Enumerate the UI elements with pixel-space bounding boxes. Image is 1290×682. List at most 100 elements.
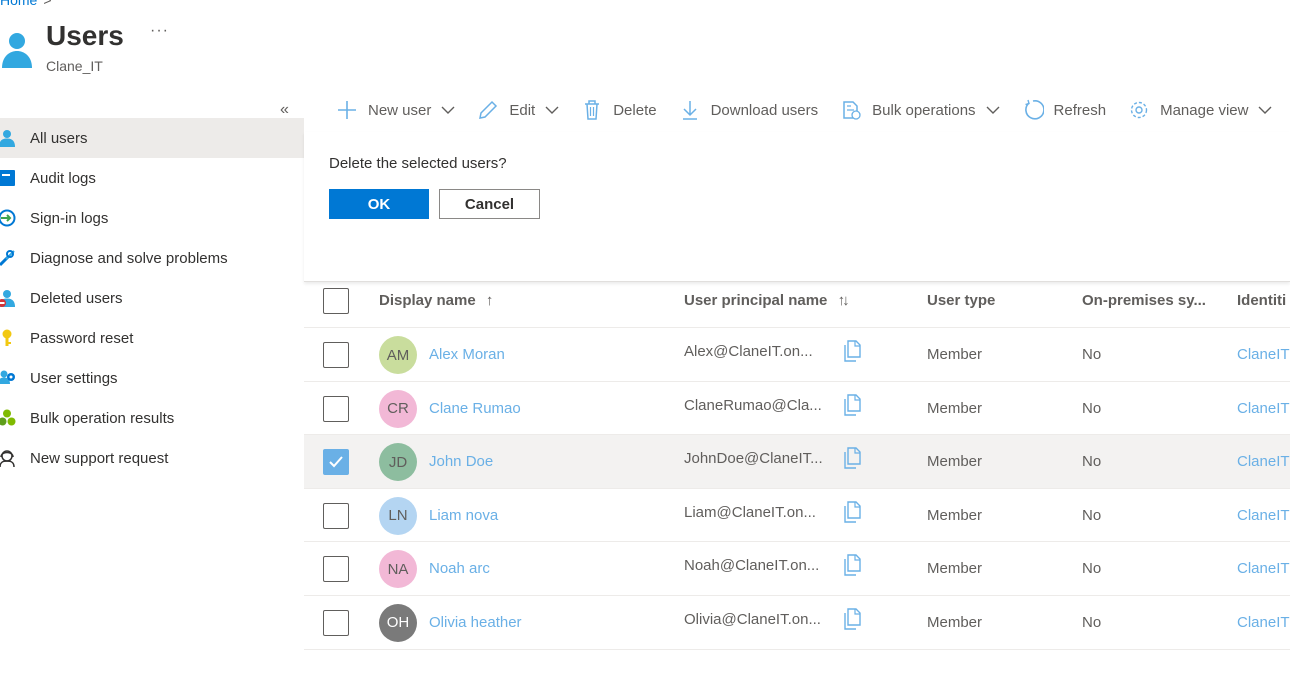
sidebar-item-all-users[interactable]: All users [0, 118, 304, 158]
download-icon [682, 101, 697, 120]
table-row[interactable]: OH Olivia heather Olivia@ClaneIT.on... Memb… [304, 596, 1290, 650]
column-label: Display name [379, 292, 476, 309]
sidebar-item-sign-in-logs[interactable]: Sign-in logs [0, 198, 304, 238]
audit-log-icon [0, 170, 15, 186]
table-row[interactable]: NA Noah arc Noah@ClaneIT.on... Member No Clan… [304, 542, 1290, 596]
collapse-sidebar-button[interactable]: « [280, 101, 289, 119]
user-icon [0, 130, 15, 147]
copy-icon[interactable] [842, 554, 862, 577]
more-options-button[interactable]: ··· [150, 22, 169, 40]
table-row[interactable]: LN Liam nova Liam@ClaneIT.on... Member No Cla… [304, 489, 1290, 543]
key-icon [2, 329, 12, 346]
user-principal-name: Liam@ClaneIT.on... [684, 503, 816, 521]
table-row[interactable]: CR Clane Rumao ClaneRumao@Cla... Member No Cl… [304, 382, 1290, 436]
row-checkbox[interactable] [323, 556, 349, 583]
delete-button[interactable]: Delete [581, 96, 657, 124]
refresh-label: Refresh [1053, 101, 1107, 119]
copy-icon[interactable] [842, 340, 862, 362]
column-header-on-premises-sync[interactable]: On-premises sy... [1082, 292, 1206, 309]
sidebar-item-label: All users [30, 129, 88, 147]
refresh-icon [1024, 99, 1044, 120]
row-checkbox[interactable] [323, 449, 349, 476]
copy-icon[interactable] [842, 447, 862, 469]
user-type: Member [927, 560, 983, 578]
avatar-initials: AM [386, 346, 410, 364]
user-type: Member [927, 453, 983, 471]
avatar: LN [379, 496, 417, 535]
new-user-label: New user [368, 101, 432, 119]
sidebar-item-deleted-users[interactable]: Deleted users [0, 278, 304, 318]
column-header-upn[interactable]: User principal name ↑↓ [684, 292, 850, 309]
gear-icon [1130, 101, 1148, 119]
display-name-link[interactable]: Noah arc [429, 560, 490, 577]
ok-button[interactable]: OK [329, 189, 429, 219]
users-table: Display name ↑ User principal name ↑↓ Us… [304, 276, 1290, 650]
sidebar-item-diagnose[interactable]: Diagnose and solve problems [0, 238, 304, 278]
delete-label: Delete [613, 101, 657, 119]
sidebar-item-label: Audit logs [30, 169, 96, 187]
column-header-identities[interactable]: Identiti [1237, 292, 1286, 309]
user-type: Member [927, 506, 983, 524]
identity-link[interactable]: ClaneIT [1237, 614, 1290, 631]
breadcrumb: Home > [0, 0, 52, 8]
display-name-link[interactable]: Clane Rumao [429, 400, 521, 417]
bulk-operations-label: Bulk operations [872, 101, 976, 119]
download-users-button[interactable]: Download users [679, 96, 818, 124]
user-principal-name: Alex@ClaneIT.on... [684, 343, 813, 360]
breadcrumb-home-link[interactable]: Home [0, 0, 37, 8]
identity-link[interactable]: ClaneIT [1237, 507, 1290, 524]
copy-icon[interactable] [842, 608, 862, 630]
row-checkbox[interactable] [323, 609, 349, 636]
command-bar: New user Edit Delete Download users Bulk… [336, 96, 1290, 124]
edit-button[interactable]: Edit [477, 96, 559, 124]
cancel-button[interactable]: Cancel [439, 189, 540, 219]
new-user-button[interactable]: New user [336, 96, 455, 124]
table-body: AM Alex Moran Alex@ClaneIT.on... Member No Cl… [304, 328, 1290, 650]
page-subtitle: Clane_IT [46, 58, 103, 74]
sidebar-item-label: User settings [30, 369, 118, 387]
pencil-icon [479, 100, 498, 119]
sidebar-item-label: New support request [30, 449, 169, 467]
bulk-operations-icon [843, 101, 861, 120]
identity-link[interactable]: ClaneIT [1237, 453, 1290, 470]
wrench-icon [0, 250, 15, 267]
manage-view-button[interactable]: Manage view [1128, 96, 1272, 124]
display-name-link[interactable]: Olivia heather [429, 614, 522, 631]
edit-label: Edit [509, 101, 536, 119]
sidebar-item-new-support-request[interactable]: New support request [0, 438, 304, 478]
identity-link[interactable]: ClaneIT [1237, 400, 1290, 417]
sidebar-item-audit-logs[interactable]: Audit logs [0, 158, 304, 198]
copy-icon[interactable] [842, 393, 862, 416]
table-row[interactable]: AM Alex Moran Alex@ClaneIT.on... Member No Cl… [304, 328, 1290, 382]
user-icon [2, 33, 32, 68]
column-header-user-type[interactable]: User type [927, 292, 995, 309]
column-header-display-name[interactable]: Display name ↑ [379, 292, 493, 309]
avatar-initials: LN [388, 507, 408, 525]
page-title: Users [46, 20, 124, 51]
user-principal-name: Olivia@ClaneIT.on... [684, 610, 821, 628]
user-principal-name: JohnDoe@ClaneIT... [684, 450, 823, 468]
refresh-button[interactable]: Refresh [1022, 96, 1107, 124]
sidebar-item-password-reset[interactable]: Password reset [0, 318, 304, 358]
dialog-message: Delete the selected users? [329, 155, 507, 172]
display-name-link[interactable]: Liam nova [429, 507, 498, 524]
copy-icon[interactable] [842, 501, 862, 523]
display-name-link[interactable]: Alex Moran [429, 346, 505, 363]
sidebar-item-user-settings[interactable]: User settings [0, 358, 304, 398]
deleted-user-icon [0, 290, 15, 307]
bulk-operations-button[interactable]: Bulk operations [840, 96, 1000, 124]
table-row[interactable]: JD John Doe JohnDoe@ClaneIT... Member No Clan… [304, 435, 1290, 489]
identity-link[interactable]: ClaneIT [1237, 346, 1290, 363]
user-principal-name: ClaneRumao@Cla... [684, 396, 822, 414]
identity-link[interactable]: ClaneIT [1237, 560, 1290, 577]
display-name-link[interactable]: John Doe [429, 453, 493, 470]
sidebar-item-label: Bulk operation results [30, 409, 175, 427]
sidebar-item-bulk-operation-results[interactable]: Bulk operation results [0, 398, 304, 438]
row-checkbox[interactable] [323, 342, 349, 368]
select-all-checkbox[interactable] [323, 288, 349, 314]
column-label: User principal name [684, 292, 828, 309]
delete-confirmation-dialog: Delete the selected users? OK Cancel [304, 132, 1290, 282]
avatar: NA [379, 550, 417, 589]
row-checkbox[interactable] [323, 502, 349, 529]
row-checkbox[interactable] [323, 395, 349, 422]
